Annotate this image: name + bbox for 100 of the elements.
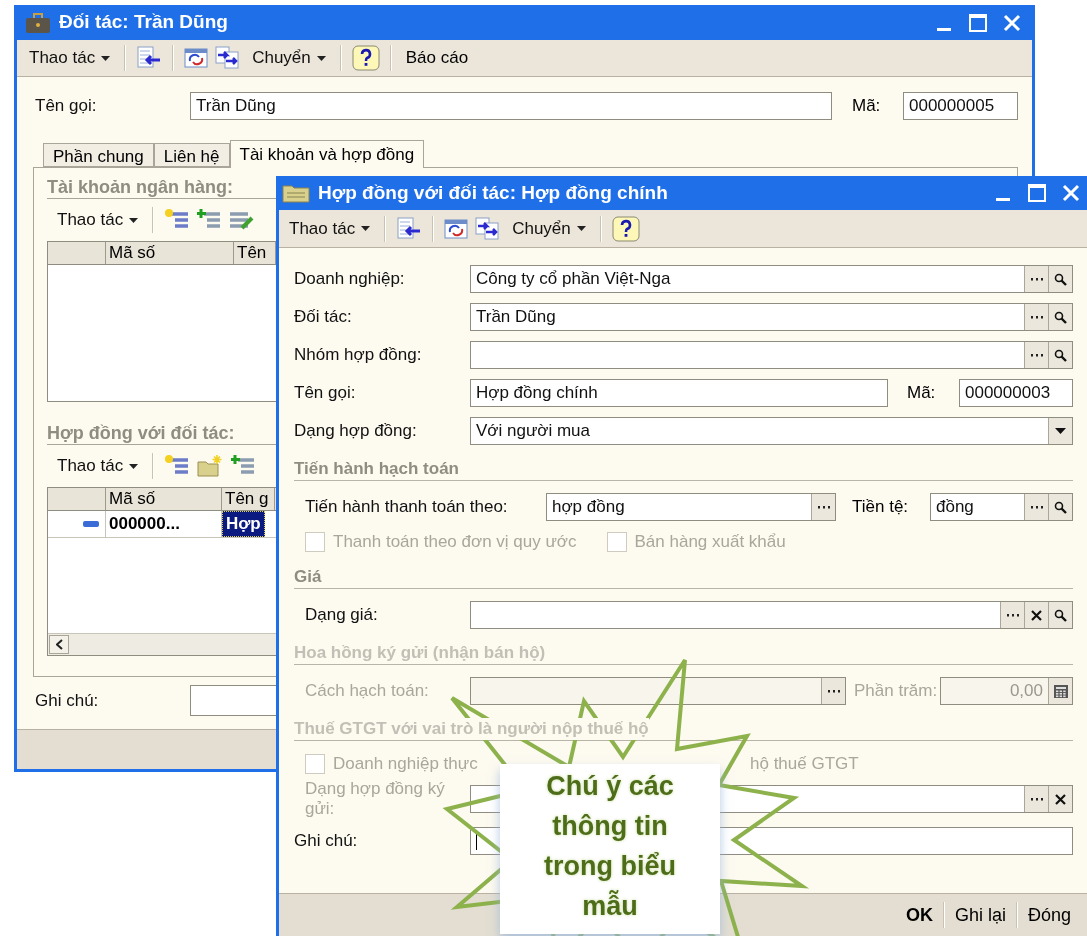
checkbox-label: hộ thuế GTGT	[750, 753, 859, 776]
maximize-icon	[1028, 184, 1046, 202]
clear-button[interactable]	[1048, 786, 1072, 812]
search-icon	[1054, 272, 1067, 286]
actions-menu[interactable]: Thao tác	[285, 215, 375, 242]
currency-label: Tiền tệ:	[852, 496, 910, 519]
close-icon	[1062, 184, 1080, 202]
column-header[interactable]: Mã số	[106, 242, 234, 264]
minimize-icon	[996, 198, 1010, 201]
list-arrow-icon[interactable]	[396, 216, 423, 241]
search-icon	[1054, 500, 1067, 514]
calculator-icon	[1053, 684, 1068, 698]
section-title: Hoa hồng ký gửi (nhận bán hộ)	[294, 642, 546, 664]
field-label: Ghi chú:	[294, 831, 359, 851]
section-title: Tiến hành hạch toán	[294, 458, 459, 480]
field-label: Tên gọi:	[294, 383, 357, 403]
field-label: Tiến hành thanh toán theo:	[305, 497, 509, 517]
caret-icon	[129, 463, 139, 469]
lookup-field[interactable]: Công ty cổ phần Việt-Nga	[470, 265, 1073, 293]
code-label: Mã:	[852, 95, 882, 118]
tab[interactable]: Liên hệ	[153, 143, 230, 167]
caret-icon	[361, 226, 371, 231]
payment-basis-field[interactable]: hợp đồng	[546, 493, 836, 521]
code-field[interactable]: 000000005	[903, 92, 1018, 120]
minus-icon[interactable]	[83, 521, 99, 527]
clear-button[interactable]	[1024, 602, 1048, 628]
field-label: Cách hạch toán:	[305, 681, 430, 701]
footer-button[interactable]: Ghi lại	[948, 901, 1012, 929]
search-button[interactable]	[1048, 342, 1072, 368]
accounting-method-field[interactable]	[470, 677, 846, 705]
search-icon	[1054, 310, 1067, 324]
caret-icon	[101, 55, 111, 61]
footer-button[interactable]: Đóng	[1021, 901, 1077, 929]
maximize-icon	[969, 13, 987, 32]
ellipsis-icon	[827, 689, 840, 693]
caret-icon	[129, 217, 139, 223]
search-icon	[1054, 608, 1067, 622]
dropdown-field[interactable]: Với người mua	[470, 417, 1073, 445]
ellipsis-icon	[1030, 505, 1043, 509]
window-title: Đối tác: Trần Dũng	[59, 10, 228, 35]
currency-field[interactable]: đồng	[930, 493, 1073, 521]
column-header[interactable]: Tên g	[222, 488, 275, 510]
ellipsis-icon	[1030, 353, 1043, 357]
checkbox-label: Doanh nghiệp thực	[333, 753, 478, 776]
ellipsis-icon	[1030, 315, 1043, 319]
caret-icon	[576, 226, 586, 231]
field-label: Dạng hợp đồng ký gửi:	[305, 779, 446, 819]
goto-menu[interactable]: Chuyển	[508, 215, 590, 242]
help-icon[interactable]	[611, 215, 640, 242]
footer-button[interactable]: OK	[899, 901, 939, 929]
close-icon	[1003, 13, 1021, 32]
lookup-field[interactable]	[470, 601, 1073, 629]
tab[interactable]: Phần chung	[43, 143, 154, 167]
close-button[interactable]	[1002, 12, 1022, 33]
search-button[interactable]	[1048, 494, 1072, 520]
field-label: Doanh nghiệp:	[294, 269, 406, 289]
calculator-button[interactable]	[1048, 678, 1072, 704]
minimize-icon	[937, 27, 951, 31]
name-field[interactable]: Hợp đồng chính	[470, 379, 888, 407]
ellipsis-icon	[1006, 613, 1019, 617]
name-field[interactable]: Trần Dũng	[190, 92, 832, 120]
dropdown-button[interactable]	[1048, 418, 1072, 444]
browse-button[interactable]	[811, 494, 835, 520]
chevron-left-icon	[55, 639, 63, 650]
briefcase-icon	[25, 11, 51, 34]
list-arrow-icon[interactable]	[136, 46, 163, 70]
field-label: Ghi chú:	[35, 690, 100, 711]
report-button[interactable]: Báo cáo	[401, 45, 473, 71]
scroll-left-button[interactable]	[49, 635, 69, 654]
lookup-field[interactable]	[470, 341, 1073, 369]
actions-menu[interactable]: Thao tác	[25, 45, 115, 71]
field-label: Nhóm hợp đồng:	[294, 345, 423, 365]
tab[interactable]: Tài khoản và hợp đồng	[229, 140, 425, 168]
browse-button[interactable]	[821, 678, 845, 704]
search-button[interactable]	[1048, 304, 1072, 330]
percent-label: Phần trăm:	[854, 680, 939, 703]
code-field[interactable]: 000000003	[959, 379, 1073, 407]
close-button[interactable]	[1061, 183, 1081, 203]
close-icon	[1031, 609, 1042, 621]
goto-menu[interactable]: Chuyển	[248, 45, 330, 71]
actions-menu[interactable]: Thao tác	[53, 453, 143, 479]
close-icon	[1055, 793, 1066, 805]
actions-menu[interactable]: Thao tác	[53, 207, 143, 233]
refresh-icon[interactable]	[184, 47, 209, 69]
ellipsis-icon	[817, 505, 830, 509]
table-cell[interactable]: Hợp	[222, 511, 265, 537]
folder-icon	[282, 183, 310, 203]
refresh-icon[interactable]	[444, 217, 469, 240]
search-icon	[1054, 348, 1067, 362]
code-label: Mã:	[907, 382, 937, 405]
lookup-field[interactable]: Trần Dũng	[470, 303, 1073, 331]
column-header[interactable]: Mã số	[106, 488, 222, 510]
maximize-button[interactable]	[1027, 183, 1047, 203]
field-label: Đối tác:	[294, 307, 353, 327]
folder-star-icon[interactable]	[196, 454, 225, 478]
field-label: Dạng giá:	[305, 605, 379, 625]
help-icon[interactable]	[351, 45, 380, 71]
search-button[interactable]	[1048, 266, 1072, 292]
maximize-button[interactable]	[968, 12, 988, 33]
search-button[interactable]	[1048, 602, 1072, 628]
